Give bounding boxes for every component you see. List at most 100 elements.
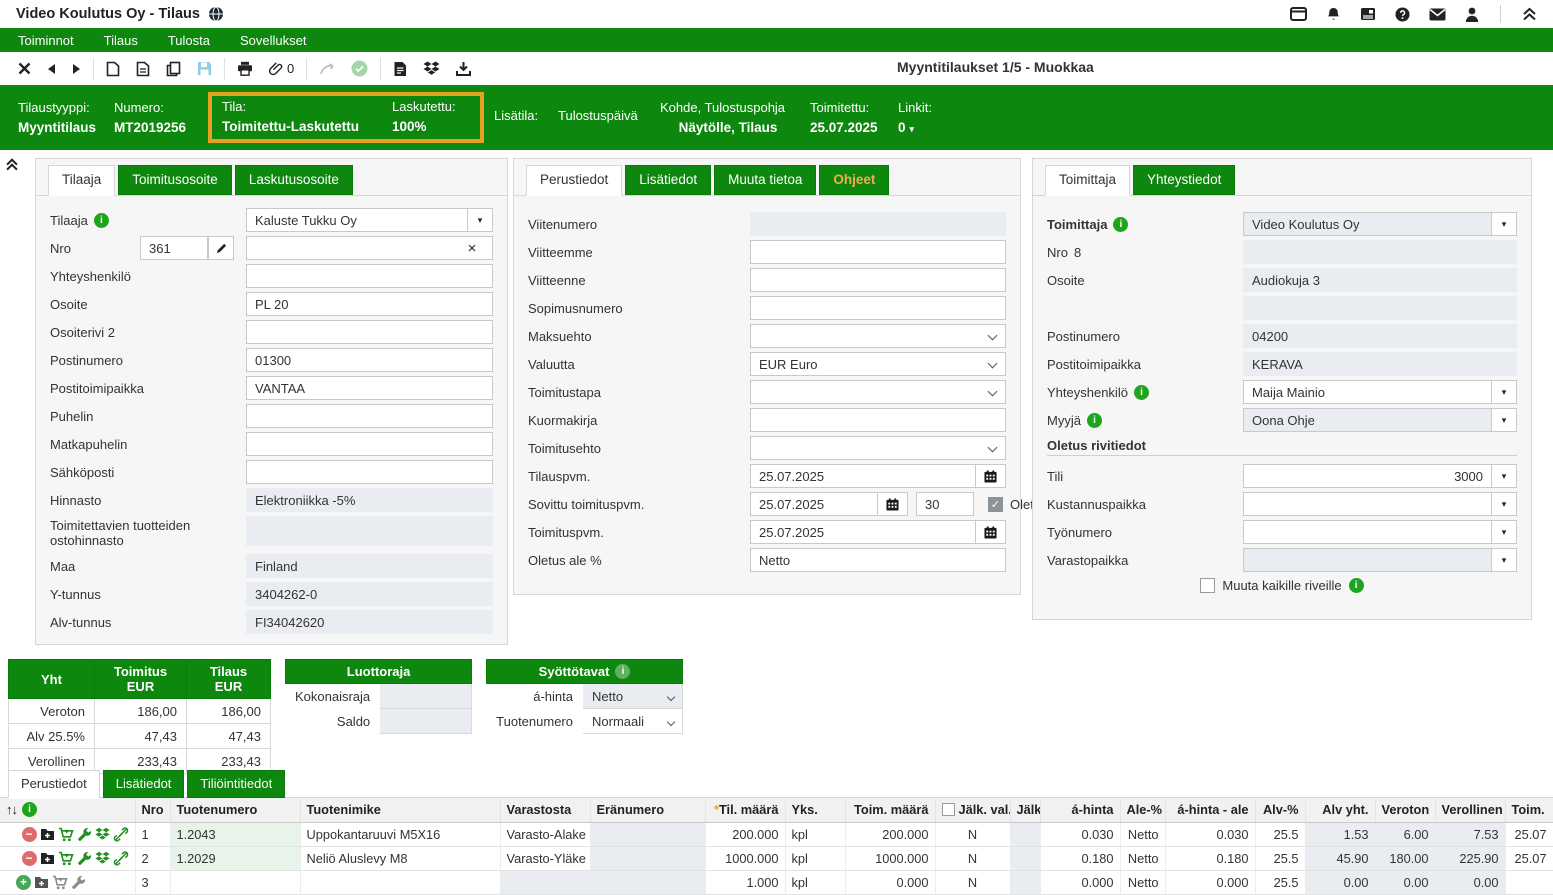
phone-input[interactable] xyxy=(246,404,493,428)
col-jalk[interactable]: Jälk. xyxy=(1010,798,1040,822)
waybill-input[interactable] xyxy=(750,408,1006,432)
customer-nro-input[interactable]: 361 xyxy=(140,236,208,260)
calendar-icon[interactable] xyxy=(878,492,908,516)
tab-toimitusosoite[interactable]: Toimitusosoite xyxy=(118,165,232,195)
wrench-icon[interactable] xyxy=(77,827,92,842)
info-icon[interactable] xyxy=(94,213,109,228)
caret-down-icon[interactable]: ▾ xyxy=(1491,409,1516,431)
tab-ohjeet[interactable]: Ohjeet xyxy=(819,165,889,195)
caret-down-icon[interactable]: ▾ xyxy=(467,209,492,231)
info-icon[interactable] xyxy=(22,802,37,817)
defaultdisc-input[interactable]: Netto xyxy=(750,548,1006,572)
wrench-icon[interactable] xyxy=(77,851,92,866)
col-a-hinta-ale[interactable]: á-hinta - ale xyxy=(1165,798,1255,822)
payterm-select[interactable] xyxy=(750,324,1006,348)
product-number-cell[interactable]: 1.2043 xyxy=(170,822,300,846)
col-alv[interactable]: Alv-% xyxy=(1255,798,1305,822)
caret-down-icon[interactable]: ▾ xyxy=(1491,549,1516,571)
tab-lines-tiliointitiedot[interactable]: Tiliöintitiedot xyxy=(187,770,285,798)
collapse-panels-icon[interactable] xyxy=(8,160,16,170)
calendar-icon[interactable] xyxy=(976,464,1006,488)
seller-dropdown[interactable]: Oona Ohje▾ xyxy=(1243,408,1517,432)
account-dropdown[interactable]: 3000▾ xyxy=(1243,464,1517,488)
customer-search-input[interactable]: × xyxy=(246,236,493,260)
supplier-dropdown[interactable]: Video Koulutus Oy▾ xyxy=(1243,212,1517,236)
col-varastosta[interactable]: Varastosta xyxy=(500,798,590,822)
col-eranumero[interactable]: Eränumero xyxy=(590,798,705,822)
supplier-contact-dropdown[interactable]: Maija Mainio▾ xyxy=(1243,380,1517,404)
invoice-document-icon[interactable] xyxy=(393,61,407,77)
col-jalk-val[interactable]: Jälk. val. xyxy=(935,798,1010,822)
info-icon[interactable] xyxy=(1113,217,1128,232)
contract-input[interactable] xyxy=(750,296,1006,320)
mobile-input[interactable] xyxy=(246,432,493,456)
orderdate-input[interactable]: 25.07.2025 xyxy=(750,464,976,488)
print-icon[interactable] xyxy=(237,61,253,76)
shipmethod-select[interactable] xyxy=(750,380,1006,404)
cart-plus-icon[interactable] xyxy=(58,851,74,866)
tab-lines-perustiedot[interactable]: Perustiedot xyxy=(8,770,100,799)
yourref-input[interactable] xyxy=(750,268,1006,292)
send-icon[interactable] xyxy=(319,62,335,76)
caret-down-icon[interactable]: ▾ xyxy=(1491,213,1516,235)
contact-input[interactable] xyxy=(246,264,493,288)
product-number-cell[interactable]: 1.2029 xyxy=(170,846,300,870)
dropbox-icon[interactable] xyxy=(423,61,440,76)
tab-laskutusosoite[interactable]: Laskutusosoite xyxy=(235,165,353,195)
col-til-maara[interactable]: Til. määrä xyxy=(705,798,785,822)
help-icon[interactable] xyxy=(1395,7,1410,22)
links-dropdown[interactable]: 0▾ xyxy=(898,120,932,135)
delivdate-input[interactable]: 25.07.2025 xyxy=(750,520,976,544)
tab-tilaaja[interactable]: Tilaaja xyxy=(48,165,115,196)
tab-yhteystiedot[interactable]: Yhteystiedot xyxy=(1133,165,1235,195)
save-icon[interactable] xyxy=(197,61,212,76)
caret-down-icon[interactable]: ▾ xyxy=(1491,521,1516,543)
document-lines-icon[interactable] xyxy=(136,61,150,77)
window-restore-icon[interactable] xyxy=(1290,7,1307,21)
close-icon[interactable] xyxy=(18,62,31,75)
info-icon[interactable] xyxy=(615,664,630,679)
unlink-icon[interactable] xyxy=(113,827,129,842)
customer-dropdown[interactable]: Kaluste Tukku Oy▾ xyxy=(246,208,493,232)
tab-toimittaja[interactable]: Toimittaja xyxy=(1045,165,1130,196)
tab-lisatiedot[interactable]: Lisätiedot xyxy=(625,165,711,195)
currency-select[interactable]: EUR Euro xyxy=(750,352,1006,376)
backorder-select-all-checkbox[interactable] xyxy=(942,803,955,816)
mail-icon[interactable] xyxy=(1429,8,1446,21)
col-a-hinta[interactable]: á-hinta xyxy=(1040,798,1120,822)
warehouse-dropdown[interactable]: ▾ xyxy=(1243,548,1517,572)
col-alv-yht[interactable]: Alv yht. xyxy=(1305,798,1375,822)
edit-pencil-button[interactable] xyxy=(208,236,234,260)
attachments-icon[interactable]: 0 xyxy=(269,61,294,76)
product-number-cell[interactable] xyxy=(170,870,300,894)
dropbox-icon[interactable] xyxy=(95,851,110,865)
clear-icon[interactable]: × xyxy=(460,240,484,257)
cart-plus-icon[interactable] xyxy=(58,827,74,842)
city-input[interactable]: VANTAA xyxy=(246,376,493,400)
delete-row-icon[interactable] xyxy=(22,827,37,842)
agreeddate-input[interactable]: 25.07.2025 xyxy=(750,492,878,516)
delivterm-select[interactable] xyxy=(750,436,1006,460)
col-tuotenumero[interactable]: Tuotenumero xyxy=(170,798,300,822)
copy-row-icon[interactable] xyxy=(40,827,55,841)
change-all-rows-checkbox[interactable] xyxy=(1200,578,1215,593)
col-toim-maara[interactable]: Toim. määrä xyxy=(845,798,935,822)
col-toim[interactable]: Toim. xyxy=(1505,798,1553,822)
new-document-icon[interactable] xyxy=(106,61,120,77)
address-input[interactable]: PL 20 xyxy=(246,292,493,316)
ourref-input[interactable] xyxy=(750,240,1006,264)
info-icon[interactable] xyxy=(1087,413,1102,428)
menu-sovellukset[interactable]: Sovellukset xyxy=(240,33,336,48)
dropbox-icon[interactable] xyxy=(95,827,110,841)
product-number-mode-select[interactable]: Normaali xyxy=(583,709,683,734)
info-icon[interactable] xyxy=(1134,385,1149,400)
download-icon[interactable] xyxy=(456,61,471,76)
tab-lines-lisatiedot[interactable]: Lisätiedot xyxy=(103,770,185,798)
tab-muuta-tietoa[interactable]: Muuta tietoa xyxy=(714,165,816,195)
col-yks[interactable]: Yks. xyxy=(785,798,845,822)
menu-tilaus[interactable]: Tilaus xyxy=(104,33,168,48)
sort-icons[interactable]: ↑↓ xyxy=(6,802,17,817)
previous-record-icon[interactable] xyxy=(47,63,56,75)
menu-toiminnot[interactable]: Toiminnot xyxy=(18,33,104,48)
delete-row-icon[interactable] xyxy=(22,851,37,866)
